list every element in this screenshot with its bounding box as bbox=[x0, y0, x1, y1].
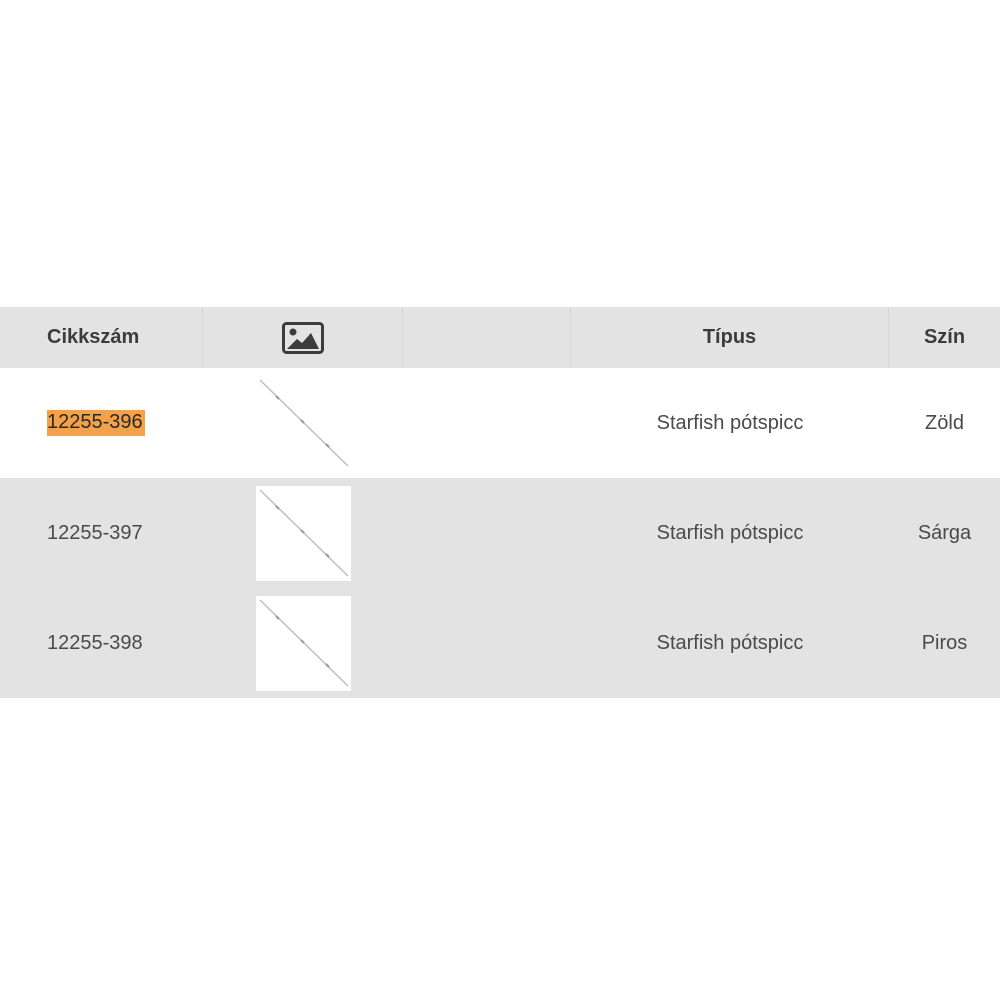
row-type-cell: Starfish pótspicc bbox=[571, 478, 889, 588]
header-cell-type: Típus bbox=[571, 307, 889, 368]
table-row[interactable]: 12255-398 Starfish pótspicc Piros bbox=[0, 588, 1000, 698]
product-table: Cikkszám Típus Szín 12255-396 Starfish p… bbox=[0, 307, 1000, 698]
row-color-cell: Zöld bbox=[889, 368, 1000, 478]
row-code-cell: 12255-396 bbox=[0, 368, 203, 478]
row-type-cell: Starfish pótspicc bbox=[571, 368, 889, 478]
row-type-cell: Starfish pótspicc bbox=[571, 588, 889, 698]
product-color: Sárga bbox=[917, 521, 972, 544]
row-image-cell bbox=[203, 588, 403, 698]
row-code-cell: 12255-397 bbox=[0, 478, 203, 588]
product-type: Starfish pótspicc bbox=[656, 631, 804, 654]
product-code-link[interactable]: 12255-398 bbox=[47, 632, 143, 655]
image-icon bbox=[281, 321, 324, 354]
product-color: Zöld bbox=[925, 411, 964, 434]
product-thumbnail[interactable] bbox=[256, 375, 351, 471]
row-image-cell bbox=[203, 478, 403, 588]
header-cell-code: Cikkszám bbox=[0, 307, 203, 368]
table-row[interactable]: 12255-396 Starfish pótspicc Zöld bbox=[0, 368, 1000, 478]
product-code-link[interactable]: 12255-397 bbox=[47, 522, 143, 545]
product-code-link[interactable]: 12255-396 bbox=[47, 410, 145, 436]
product-color: Piros bbox=[921, 631, 968, 654]
row-color-cell: Piros bbox=[889, 588, 1000, 698]
product-thumbnail[interactable] bbox=[256, 595, 351, 691]
row-color-cell: Sárga bbox=[889, 478, 1000, 588]
header-code-label: Cikkszám bbox=[47, 326, 140, 348]
header-cell-image bbox=[203, 307, 403, 368]
product-type: Starfish pótspicc bbox=[656, 521, 804, 544]
header-type-label: Típus bbox=[702, 326, 757, 348]
table-header-row: Cikkszám Típus Szín bbox=[0, 307, 1000, 368]
product-type: Starfish pótspicc bbox=[656, 411, 804, 434]
header-cell-empty bbox=[403, 307, 571, 368]
row-image-cell bbox=[203, 368, 403, 478]
product-thumbnail[interactable] bbox=[256, 485, 351, 581]
table-row[interactable]: 12255-397 Starfish pótspicc Sárga bbox=[0, 478, 1000, 588]
header-cell-color: Szín bbox=[889, 307, 1000, 368]
header-color-label: Szín bbox=[923, 326, 966, 348]
row-code-cell: 12255-398 bbox=[0, 588, 203, 698]
